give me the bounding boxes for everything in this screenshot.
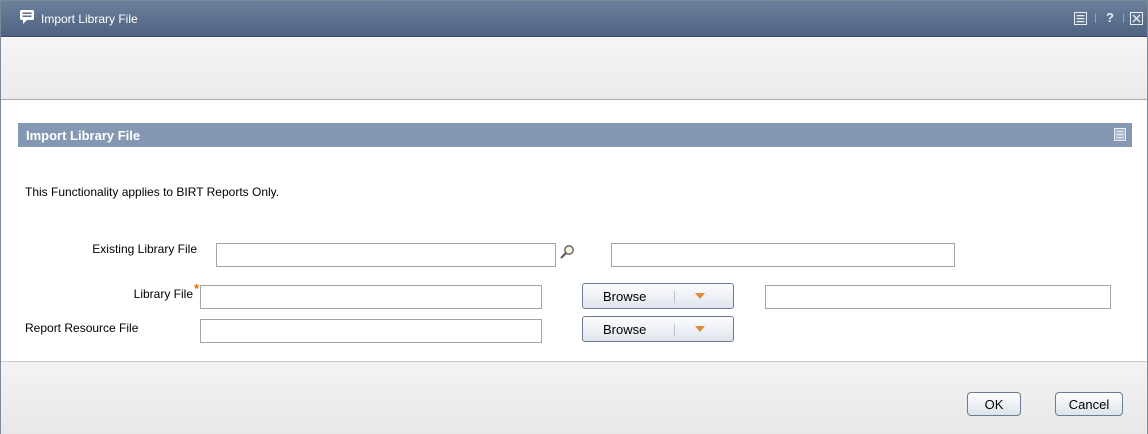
- dialog-footer: OK Cancel: [1, 361, 1147, 434]
- dropdown-arrow-icon: [695, 326, 705, 332]
- browse-separator: [674, 291, 675, 303]
- toolbar-strip: [1, 37, 1147, 100]
- lookup-magnifier-icon[interactable]: [559, 244, 575, 260]
- report-resource-browse-button[interactable]: Browse: [582, 316, 734, 342]
- dialog-titlebar: Import Library File ?: [1, 1, 1147, 37]
- dropdown-arrow-icon: [695, 293, 705, 299]
- library-file-browse-button[interactable]: Browse: [582, 283, 734, 309]
- report-resource-file-label: Report Resource File: [25, 321, 139, 335]
- section-menu-icon[interactable]: [1114, 128, 1126, 141]
- dialog-icon: [20, 10, 34, 24]
- browse-separator: [674, 324, 675, 336]
- close-icon[interactable]: [1130, 12, 1143, 25]
- report-resource-file-input[interactable]: [200, 319, 542, 343]
- titlebar-separator: [1123, 13, 1124, 23]
- section-title: Import Library File: [26, 128, 141, 143]
- help-icon[interactable]: ?: [1106, 11, 1114, 25]
- popout-icon[interactable]: [1074, 12, 1087, 25]
- library-file-name-field[interactable]: [765, 285, 1111, 309]
- existing-library-file-label: Existing Library File: [92, 242, 197, 256]
- dialog-title: Import Library File: [41, 12, 138, 26]
- library-file-input[interactable]: [200, 285, 542, 309]
- functionality-note: This Functionality applies to BIRT Repor…: [25, 185, 280, 199]
- existing-library-file-input[interactable]: [216, 243, 556, 267]
- section-header: Import Library File: [18, 123, 1132, 147]
- browse-label: Browse: [603, 289, 647, 304]
- cancel-button[interactable]: Cancel: [1055, 392, 1123, 416]
- library-file-label: Library File: [133, 287, 193, 301]
- titlebar-separator: [1095, 13, 1096, 23]
- ok-button[interactable]: OK: [967, 392, 1021, 416]
- import-library-dialog: Import Library File ? Import Library Fil…: [0, 0, 1148, 434]
- required-marker: *: [194, 281, 200, 296]
- browse-label: Browse: [603, 322, 647, 337]
- existing-library-description-field[interactable]: [611, 243, 955, 267]
